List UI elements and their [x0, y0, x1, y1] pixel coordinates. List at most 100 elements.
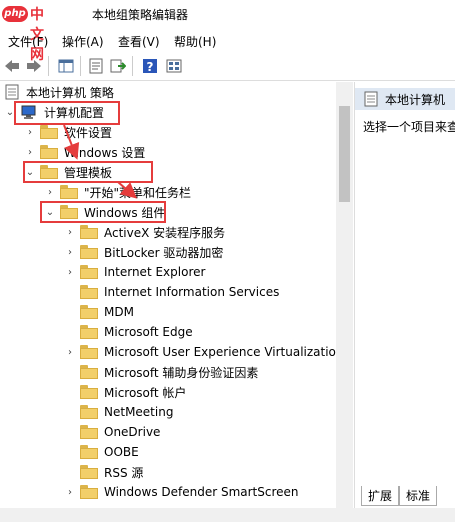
forward-arrow-icon	[27, 60, 41, 72]
tree-item-label: OneDrive	[104, 425, 161, 439]
tree-item-label: Internet Explorer	[104, 265, 206, 279]
toolbar-separator	[80, 56, 81, 76]
folder-icon	[60, 205, 78, 219]
tree-item-component[interactable]: › BitLocker 驱动器加密	[64, 242, 223, 262]
menu-bar: 文件(F) 操作(A) 查看(V) 帮助(H)	[0, 28, 455, 52]
expand-icon[interactable]: ›	[64, 262, 76, 282]
folder-icon	[80, 305, 98, 319]
view-tabs: 扩展 标准	[361, 486, 438, 506]
tree-item-label: BitLocker 驱动器加密	[104, 245, 224, 260]
folder-icon	[60, 185, 78, 199]
tree-item-label: Windows 设置	[64, 145, 146, 160]
menu-view[interactable]: 查看(V)	[118, 33, 160, 50]
tree-item-label: RSS 源	[104, 465, 144, 480]
tree-item-component[interactable]: OneDrive	[64, 422, 160, 442]
collapse-icon[interactable]: ⌄	[44, 202, 56, 222]
console-tree-icon	[58, 59, 74, 73]
details-hint-text: 选择一个项目来查	[363, 120, 455, 134]
folder-icon	[80, 405, 98, 419]
tree-item-computer-config[interactable]: ⌄ 计算机配置	[4, 102, 104, 122]
details-header: 本地计算机	[355, 88, 455, 110]
tree-item-component[interactable]: Internet Information Services	[64, 282, 279, 302]
tree-item-component[interactable]: › Windows Defender SmartScreen	[64, 482, 299, 502]
show-hide-tree-button[interactable]	[56, 56, 76, 76]
folder-icon	[80, 325, 98, 339]
toolbar-separator	[132, 56, 133, 76]
collapse-icon[interactable]: ⌄	[4, 102, 16, 122]
expand-icon[interactable]: ›	[64, 342, 76, 362]
tree-item-label: Windows 组件	[84, 205, 166, 220]
expand-icon[interactable]: ›	[64, 222, 76, 242]
tree-item-windows-components[interactable]: ⌄ Windows 组件	[44, 202, 165, 222]
tree-item-label: Microsoft 辅助身份验证因素	[104, 365, 259, 380]
expand-icon[interactable]: ›	[24, 122, 36, 142]
toolbar-separator	[48, 56, 49, 76]
folder-icon	[80, 365, 98, 379]
tree-item-start-menu[interactable]: › "开始"菜单和任务栏	[44, 182, 191, 202]
folder-icon	[80, 425, 98, 439]
tree-item-component[interactable]: Microsoft 辅助身份验证因素	[64, 362, 258, 382]
collapse-icon[interactable]: ⌄	[24, 162, 36, 182]
window-title: 本地组策略编辑器	[92, 8, 189, 22]
scrollbar-thumb[interactable]	[339, 106, 350, 202]
toolbar: ?	[0, 52, 455, 81]
tree-item-component[interactable]: OOBE	[64, 442, 139, 462]
tree-item-component[interactable]: › ActiveX 安装程序服务	[64, 222, 225, 242]
back-arrow-icon	[5, 60, 19, 72]
details-pane: 本地计算机 选择一个项目来查 扩展 标准	[354, 82, 455, 508]
tree-item-windows-settings[interactable]: › Windows 设置	[24, 142, 145, 162]
tree-vertical-scrollbar[interactable]	[336, 82, 353, 508]
folder-icon	[80, 225, 98, 239]
details-header-label: 本地计算机	[385, 92, 446, 107]
tree-item-admin-templates[interactable]: ⌄ 管理模板	[24, 162, 112, 182]
policy-document-icon	[5, 84, 19, 100]
status-bar	[0, 508, 455, 522]
tree-item-label: Windows Defender SmartScreen	[104, 485, 299, 499]
expand-icon[interactable]: ›	[24, 142, 36, 162]
expand-icon[interactable]: ›	[64, 482, 76, 502]
tree-item-component[interactable]: NetMeeting	[64, 402, 173, 422]
filter-button[interactable]	[164, 56, 184, 76]
folder-icon	[40, 145, 58, 159]
title-bar: php 中文网 本地组策略编辑器	[0, 0, 455, 63]
tree-item-label: 管理模板	[64, 165, 113, 180]
expand-icon[interactable]: ›	[64, 242, 76, 262]
folder-icon	[80, 445, 98, 459]
tree-item-label: Microsoft 帐户	[104, 385, 187, 400]
tree-item-component[interactable]: › Microsoft User Experience Virtualizatio…	[64, 342, 336, 362]
tree-item-component[interactable]: MDM	[64, 302, 134, 322]
help-button[interactable]: ?	[140, 56, 160, 76]
tree-root[interactable]: 本地计算机 策略	[4, 82, 114, 102]
tree-item-label: "开始"菜单和任务栏	[84, 185, 192, 200]
tree-item-component[interactable]: › Internet Explorer	[64, 262, 205, 282]
tree-item-component[interactable]: RSS 源	[64, 462, 143, 482]
tree-item-component[interactable]: Microsoft 帐户	[64, 382, 186, 402]
tree-item-label: OOBE	[104, 445, 139, 459]
folder-icon	[80, 385, 98, 399]
folder-icon	[40, 165, 58, 179]
back-button[interactable]	[2, 56, 22, 76]
menu-action[interactable]: 操作(A)	[62, 33, 104, 50]
menu-help[interactable]: 帮助(H)	[174, 33, 216, 50]
folder-icon	[80, 345, 98, 359]
tree-item-component[interactable]: Microsoft Edge	[64, 322, 193, 342]
expand-icon[interactable]: ›	[44, 182, 56, 202]
php-logo-badge: php	[2, 6, 28, 22]
properties-button[interactable]	[86, 56, 106, 76]
tree-item-label: Microsoft User Experience Virtualization	[104, 345, 336, 359]
tree-item-label: 计算机配置	[44, 105, 105, 120]
tab-extended[interactable]: 扩展	[361, 486, 400, 506]
forward-button[interactable]	[24, 56, 44, 76]
folder-icon	[80, 465, 98, 479]
menu-file[interactable]: 文件(F)	[8, 33, 48, 50]
folder-icon	[80, 485, 98, 499]
tab-standard[interactable]: 标准	[399, 486, 438, 506]
export-list-button[interactable]	[108, 56, 128, 76]
tree-item-software-settings[interactable]: › 软件设置	[24, 122, 112, 142]
